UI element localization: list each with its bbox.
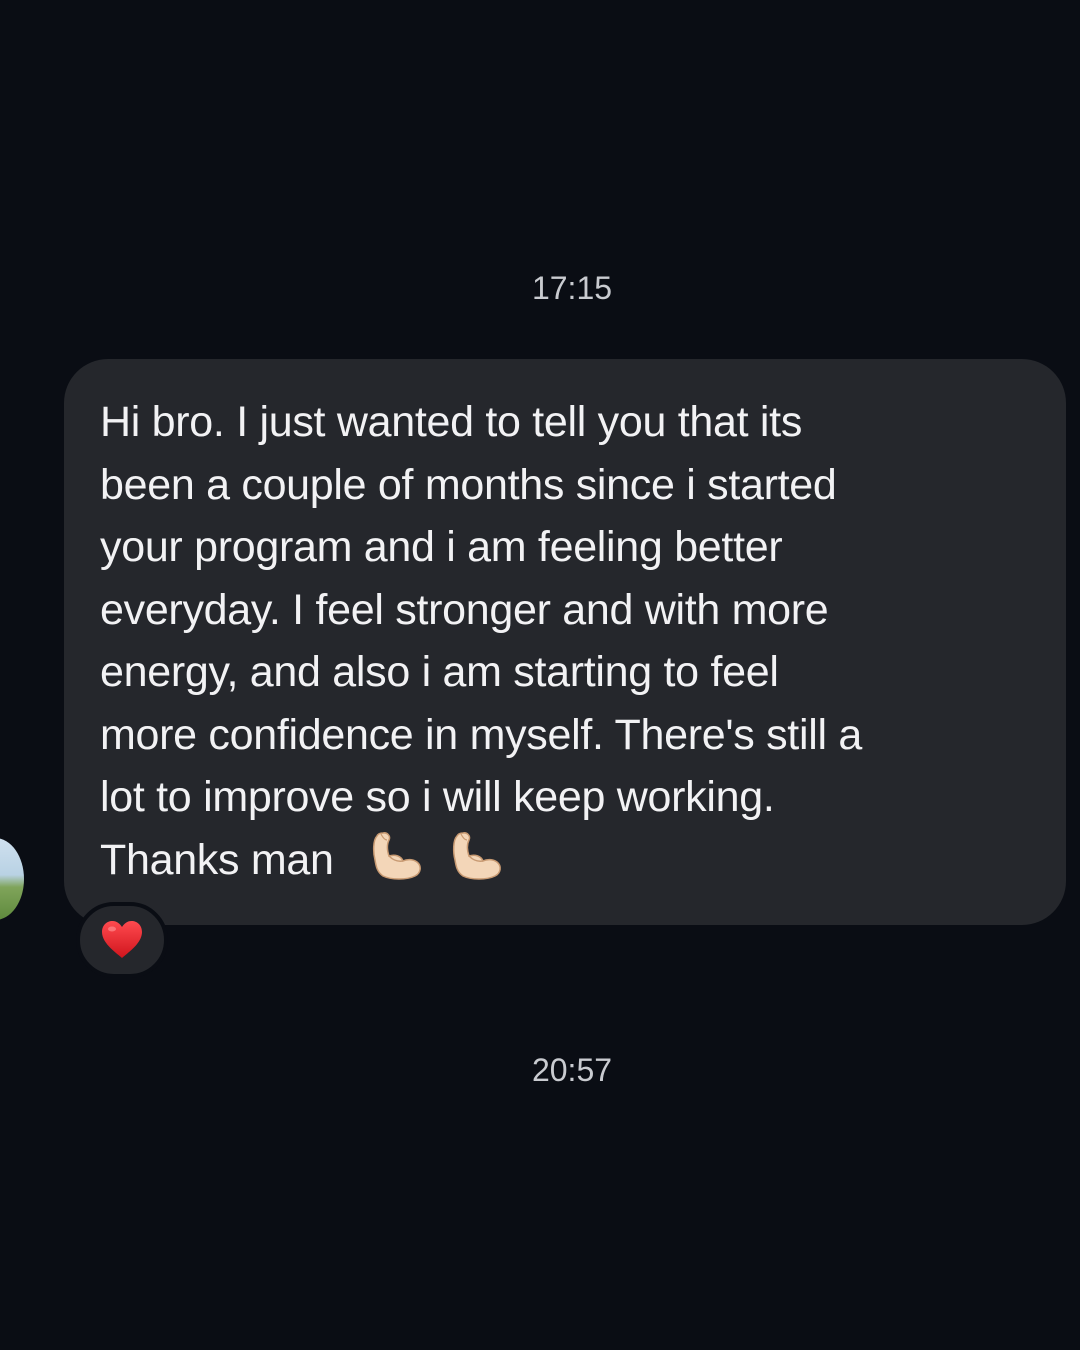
message-line: more confidence in myself. There's still… xyxy=(100,710,862,759)
flexed-biceps-icon xyxy=(373,831,422,880)
emoji-row xyxy=(367,830,515,898)
message-line: energy, and also i am starting to feel xyxy=(100,648,779,696)
timestamp-bottom: 20:57 xyxy=(531,1052,613,1088)
message-line: Hi bro. I just wanted to tell you that i… xyxy=(100,398,803,446)
timestamp-top: 17:15 xyxy=(531,270,613,306)
message-text: Hi bro. I just wanted to tell you that i… xyxy=(100,391,1030,897)
message-bubble[interactable]: Hi bro. I just wanted to tell you that i… xyxy=(64,359,1066,925)
message-line: been a couple of months since i started xyxy=(100,460,837,509)
sender-avatar[interactable] xyxy=(0,838,24,920)
message-line: lot to improve so i will keep working. xyxy=(100,773,775,821)
red-heart-icon xyxy=(102,921,142,958)
reaction-badge[interactable] xyxy=(76,902,168,978)
message-line: your program and i am feeling better xyxy=(100,523,783,571)
message-line-text: Thanks man xyxy=(100,835,334,884)
flexed-biceps-icon xyxy=(452,831,501,880)
message-line-last: Thanks man xyxy=(100,829,1030,898)
message-line: everyday. I feel stronger and with more xyxy=(100,585,829,634)
